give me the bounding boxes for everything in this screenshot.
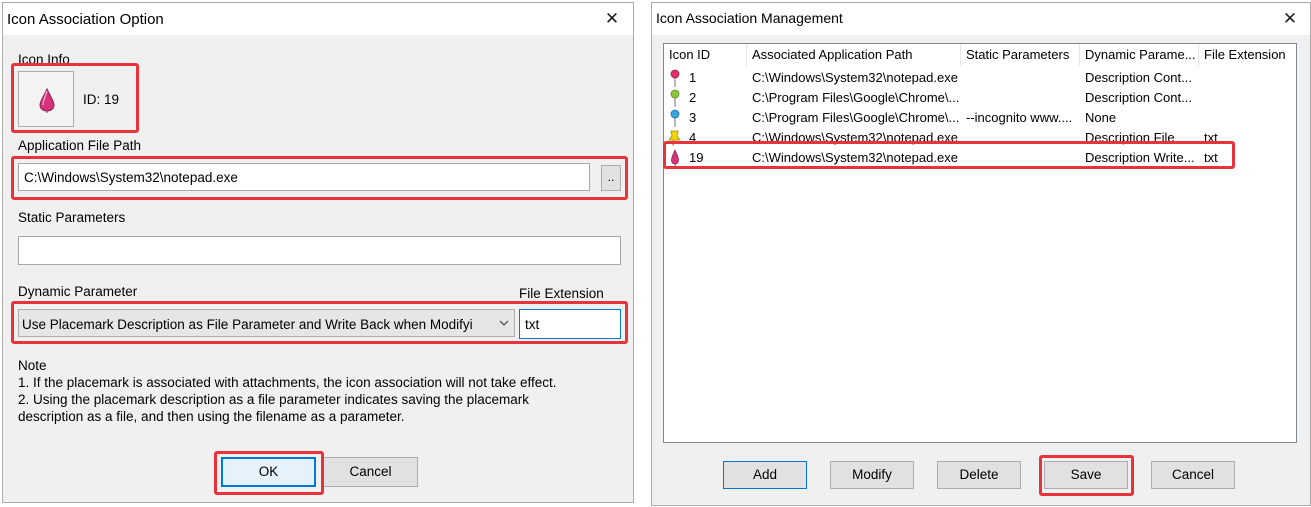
cancel-button[interactable]: Cancel [323,457,418,487]
note-section: Note 1. If the placemark is associated w… [18,357,618,425]
cell-icon-id: 19 [689,150,704,165]
cancel-button[interactable]: Cancel [1151,461,1235,489]
save-button[interactable]: Save [1044,461,1128,489]
title-bar: Icon Association Option ✕ [3,3,633,35]
cell-file-ext [1199,88,1296,108]
pink-placemark-icon [39,87,55,113]
cell-icon-id: 3 [689,110,697,125]
blue-pushpin-icon [670,109,680,127]
table-row[interactable]: 4 C:\Windows\System32\notepad.exe Descri… [664,128,1296,148]
add-button[interactable]: Add [723,461,807,489]
close-icon[interactable]: ✕ [600,7,624,31]
green-pushpin-icon [670,89,680,107]
dynamic-param-label: Dynamic Parameter [18,284,138,299]
cell-app-path: C:\Program Files\Google\Chrome\... [752,110,960,125]
title-bar: Icon Association Management ✕ [652,3,1310,35]
dialog-title: Icon Association Management [656,10,843,26]
cell-static-params [961,68,1080,88]
cell-app-path: C:\Windows\System32\notepad.exe [752,150,958,165]
list-header: Icon ID Associated Application Path Stat… [664,44,1296,66]
cell-static-params [961,128,1080,148]
dynamic-param-selected-value: Use Placemark Description as File Parame… [22,317,473,332]
cell-icon-id: 4 [689,130,697,145]
icon-association-option-dialog: Icon Association Option ✕ Icon Info ID: … [2,2,634,503]
column-header-icon-id[interactable]: Icon ID [664,44,747,66]
static-params-input[interactable] [18,236,621,265]
column-header-static-params[interactable]: Static Parameters [961,44,1080,66]
app-path-label: Application File Path [18,138,142,153]
column-header-file-ext[interactable]: File Extension [1199,44,1296,66]
cell-file-ext [1199,108,1296,128]
column-header-app-path[interactable]: Associated Application Path [747,44,961,66]
cell-dynamic-params: Description Cont... [1085,70,1192,85]
note-title: Note [18,358,47,373]
file-ext-label: File Extension [519,286,604,301]
cell-file-ext: txt [1204,130,1218,145]
table-row[interactable]: 2 C:\Program Files\Google\Chrome\... Des… [664,88,1296,108]
cell-app-path: C:\Windows\System32\notepad.exe [752,70,958,85]
cell-dynamic-params: None [1085,110,1117,125]
app-path-input[interactable] [18,163,590,191]
cell-app-path: C:\Program Files\Google\Chrome\... [752,90,960,105]
cell-static-params [961,148,1080,168]
cell-static-params [961,88,1080,108]
cell-dynamic-params: Description Cont... [1085,90,1192,105]
cell-dynamic-params: Description Write... [1085,150,1195,165]
red-pushpin-icon [670,69,680,87]
delete-button[interactable]: Delete [937,461,1021,489]
icon-id-text: ID: 19 [83,92,120,107]
note-line: 1. If the placemark is associated with a… [18,375,557,390]
cell-icon-id: 2 [689,90,697,105]
note-line: description as a file, and then using th… [18,409,405,424]
pink-placemark-icon [671,149,679,166]
cell-dynamic-params: Description File [1085,130,1175,145]
browse-button[interactable]: .. [601,165,621,191]
cell-icon-id: 1 [689,70,697,85]
icon-preview-button[interactable] [18,71,74,127]
cell-app-path: C:\Windows\System32\notepad.exe [752,130,958,145]
chevron-down-icon [494,310,514,336]
ok-button[interactable]: OK [221,457,316,487]
cell-file-ext: txt [1204,150,1218,165]
association-list[interactable]: Icon ID Associated Application Path Stat… [663,43,1297,443]
dynamic-param-select[interactable]: Use Placemark Description as File Parame… [18,309,515,337]
table-row[interactable]: 3 C:\Program Files\Google\Chrome\... --i… [664,108,1296,128]
modify-button[interactable]: Modify [830,461,914,489]
column-header-dynamic-params[interactable]: Dynamic Parame... [1080,44,1199,66]
note-line: 2. Using the placemark description as a … [18,392,530,407]
icon-association-management-dialog: Icon Association Management ✕ Icon ID As… [651,2,1311,506]
table-row[interactable]: 1 C:\Windows\System32\notepad.exe Descri… [664,68,1296,88]
dialog-title: Icon Association Option [7,11,164,28]
icon-info-label: Icon Info [18,52,70,67]
file-ext-input[interactable] [519,309,621,339]
cell-static-params: --incognito www.... [966,110,1073,125]
cell-file-ext [1199,68,1296,88]
static-params-label: Static Parameters [18,210,126,225]
yellow-pushpin-icon [668,130,681,147]
close-icon[interactable]: ✕ [1278,7,1302,31]
table-row[interactable]: 19 C:\Windows\System32\notepad.exe Descr… [664,148,1296,168]
